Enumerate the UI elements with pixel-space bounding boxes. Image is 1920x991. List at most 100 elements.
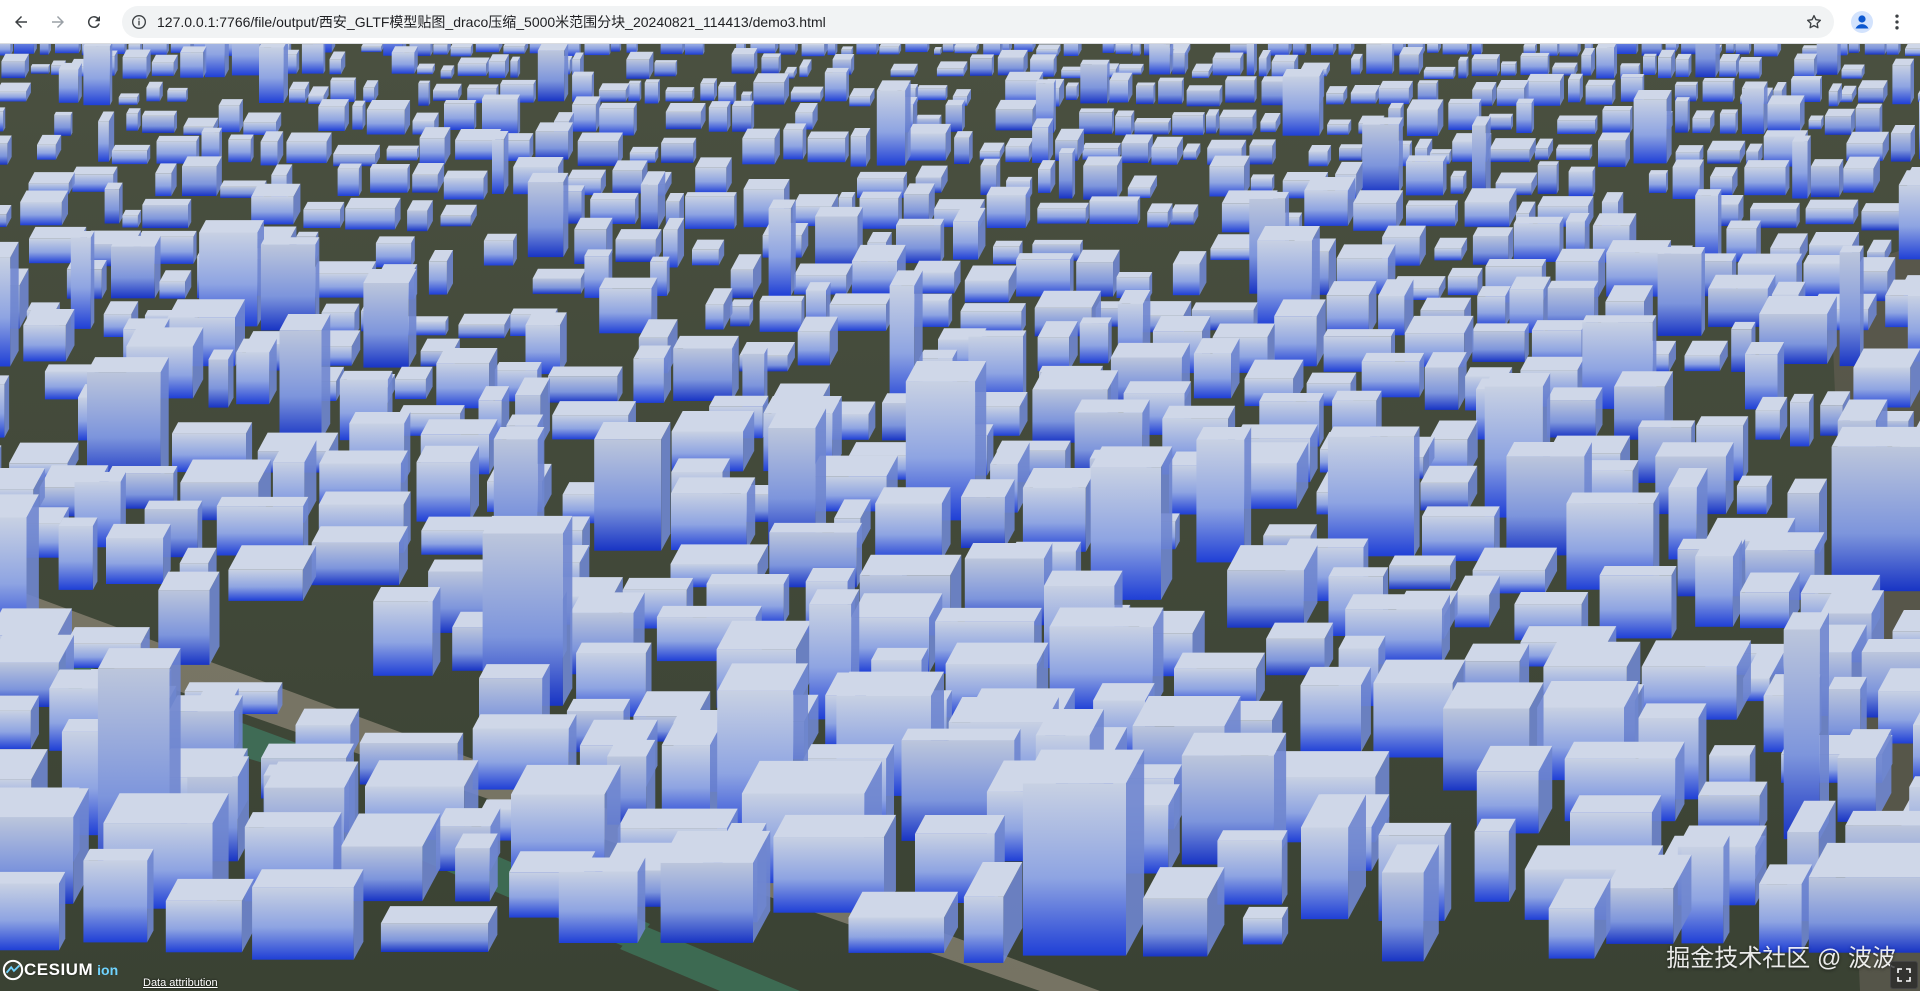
building xyxy=(661,719,724,823)
building xyxy=(1037,202,1089,224)
fullscreen-button[interactable] xyxy=(1890,961,1918,989)
building xyxy=(695,157,732,194)
building xyxy=(1172,251,1207,296)
building xyxy=(986,186,1031,228)
building xyxy=(849,88,875,107)
building xyxy=(58,62,82,103)
profile-button[interactable] xyxy=(1848,8,1876,36)
building xyxy=(1767,95,1805,132)
building xyxy=(370,163,410,193)
building xyxy=(1675,97,1690,133)
building xyxy=(1487,113,1514,130)
building xyxy=(416,445,480,522)
building xyxy=(352,100,366,130)
building xyxy=(1196,426,1252,563)
data-attribution-link[interactable]: Data attribution xyxy=(143,977,218,989)
building xyxy=(1853,348,1920,408)
building xyxy=(1447,267,1483,296)
building xyxy=(1472,116,1491,200)
building xyxy=(1642,53,1657,75)
building xyxy=(742,128,780,165)
building xyxy=(936,61,968,77)
building xyxy=(1474,818,1516,902)
building xyxy=(1311,44,1337,55)
cesium-viewer[interactable]: CESIUM ion Data attribution 掘金技术社区 @ 波波 xyxy=(0,44,1920,991)
building xyxy=(1016,253,1074,297)
building xyxy=(1300,794,1366,920)
reload-button[interactable] xyxy=(79,7,109,37)
building xyxy=(644,79,660,104)
building xyxy=(1741,81,1768,134)
building xyxy=(1366,44,1395,74)
building xyxy=(0,695,39,750)
3d-city-scene[interactable] xyxy=(0,44,1920,991)
reload-icon xyxy=(87,16,100,29)
building xyxy=(419,127,451,165)
building xyxy=(1212,52,1244,76)
building xyxy=(1568,166,1596,197)
building xyxy=(318,99,349,132)
building xyxy=(1250,174,1275,192)
building xyxy=(1142,867,1225,957)
building xyxy=(1471,44,1483,55)
building xyxy=(1692,110,1715,134)
building xyxy=(1109,72,1133,103)
building xyxy=(1755,396,1788,440)
building xyxy=(86,357,169,481)
building xyxy=(1841,64,1865,79)
building xyxy=(890,63,918,77)
building xyxy=(1477,286,1511,327)
building xyxy=(1378,80,1413,105)
building xyxy=(205,44,229,78)
building xyxy=(428,250,453,295)
building xyxy=(1186,85,1223,107)
building xyxy=(83,848,154,943)
building xyxy=(1442,44,1470,55)
browser-menu-button[interactable] xyxy=(1883,8,1911,36)
building xyxy=(1744,160,1790,196)
fullscreen-icon xyxy=(1897,968,1911,982)
building xyxy=(301,44,326,74)
building xyxy=(1134,117,1172,135)
building xyxy=(1193,338,1240,399)
building xyxy=(1274,299,1326,367)
building xyxy=(1083,156,1123,200)
building xyxy=(577,132,623,166)
building xyxy=(333,144,380,167)
back-button[interactable] xyxy=(6,7,36,37)
building xyxy=(1037,321,1078,372)
building xyxy=(1458,56,1469,79)
star-icon[interactable] xyxy=(1804,12,1824,32)
building xyxy=(1219,109,1257,136)
building xyxy=(779,44,798,55)
address-bar[interactable]: 127.0.0.1:7766/file/output/西安_GLTF模型贴图_d… xyxy=(122,6,1834,38)
building xyxy=(660,44,687,55)
watermark: 掘金技术社区 @ 波波 xyxy=(1666,945,1896,972)
building xyxy=(363,268,417,368)
building xyxy=(584,44,611,56)
building xyxy=(969,54,995,76)
building xyxy=(640,171,666,229)
cesium-mark-icon xyxy=(2,959,24,981)
building xyxy=(228,545,317,601)
building xyxy=(1434,237,1468,261)
building xyxy=(155,163,177,197)
building xyxy=(1500,61,1517,76)
building xyxy=(670,477,756,551)
building xyxy=(1058,148,1076,199)
building xyxy=(801,44,828,57)
url-text[interactable]: 127.0.0.1:7766/file/output/西安_GLTF模型贴图_d… xyxy=(157,6,826,38)
building xyxy=(1648,170,1669,193)
building xyxy=(979,142,1005,160)
building xyxy=(903,183,935,225)
building xyxy=(876,80,911,166)
building xyxy=(1149,44,1174,75)
forward-button[interactable] xyxy=(43,7,73,37)
building xyxy=(660,830,771,943)
building xyxy=(761,53,782,74)
building xyxy=(1905,44,1920,56)
info-circle-icon[interactable] xyxy=(130,13,148,31)
building xyxy=(182,156,222,197)
cesium-logo[interactable]: CESIUM ion xyxy=(2,959,118,981)
building xyxy=(856,44,879,55)
